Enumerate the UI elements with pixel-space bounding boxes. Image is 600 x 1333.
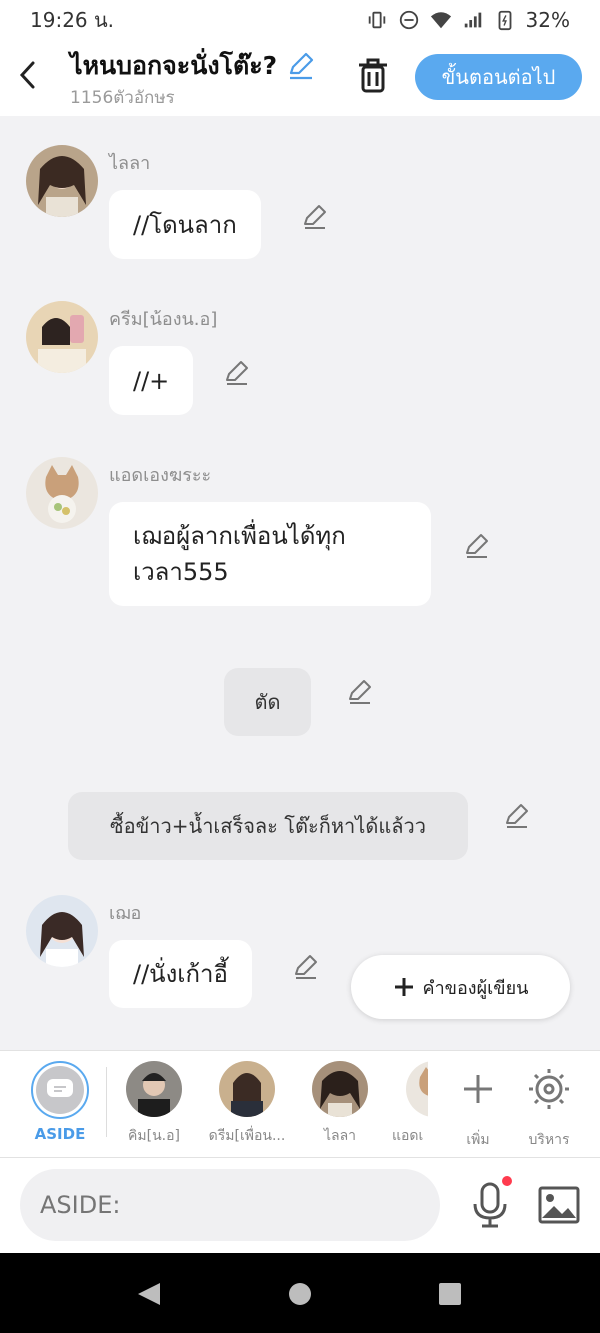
do-not-disturb-icon bbox=[399, 10, 418, 30]
header: ไหนบอกจะนั่งโต๊ะ? 1156ตัวอักษร ขั้นตอนต่… bbox=[0, 40, 600, 116]
avatar bbox=[406, 1061, 428, 1117]
character-chip[interactable]: แอดเ bbox=[392, 1061, 428, 1147]
character-name: ไลลา bbox=[109, 153, 151, 174]
aside-selector[interactable]: ASIDE bbox=[20, 1061, 100, 1143]
plus-icon bbox=[464, 1075, 492, 1103]
character-name: ดรีม[เพื่อน... bbox=[208, 1128, 286, 1144]
vibrate-icon bbox=[368, 11, 385, 29]
aside-label: ASIDE bbox=[34, 1125, 86, 1143]
character-chip[interactable]: ไลลา bbox=[300, 1061, 380, 1147]
pencil-icon[interactable] bbox=[301, 202, 329, 230]
narration-bubble[interactable]: ตัด bbox=[224, 668, 311, 736]
status-bar: 19:26 น. 32% bbox=[0, 0, 600, 40]
input-bar bbox=[0, 1158, 600, 1253]
character-name: แอดเองฆระะ bbox=[109, 465, 212, 486]
image-icon[interactable] bbox=[538, 1186, 580, 1224]
next-step-button[interactable]: ขั้นตอนต่อไป bbox=[415, 54, 582, 100]
wifi-icon bbox=[430, 12, 451, 29]
pencil-icon[interactable] bbox=[463, 531, 491, 559]
character-chip[interactable]: ดรีม[เพื่อน... bbox=[207, 1061, 287, 1147]
avatar[interactable] bbox=[26, 145, 98, 217]
author-words-button[interactable]: คำของผู้เขียน bbox=[351, 955, 570, 1019]
character-name: ครีม[น้องน.อ] bbox=[109, 309, 218, 330]
message-bubble[interactable]: //โดนลาก bbox=[109, 190, 261, 259]
nav-back-icon[interactable] bbox=[136, 1281, 162, 1307]
status-time: 19:26 น. bbox=[30, 8, 115, 32]
nav-recents-icon[interactable] bbox=[438, 1282, 462, 1306]
chat-bubble-icon bbox=[47, 1079, 73, 1097]
message-bubble[interactable]: เฌอผู้ลากเพื่อนได้ทุกเวลา555 bbox=[109, 502, 431, 606]
pencil-icon[interactable] bbox=[503, 801, 531, 829]
character-name: แอดเ bbox=[392, 1128, 424, 1144]
battery-percent: 32% bbox=[525, 8, 570, 32]
avatar bbox=[312, 1061, 368, 1117]
avatar bbox=[219, 1061, 275, 1117]
back-arrow-icon[interactable] bbox=[16, 58, 40, 92]
avatar[interactable] bbox=[26, 895, 98, 967]
character-count: 1156ตัวอักษร bbox=[70, 88, 175, 108]
character-chip[interactable]: คิม[น.อ] bbox=[114, 1061, 194, 1147]
manage-label: บริหาร bbox=[528, 1132, 570, 1148]
status-icons: 32% bbox=[366, 8, 570, 32]
narration-bubble[interactable]: ซื้อข้าว+น้ำเสร็จละ โต๊ะก็หาได้แล้วว bbox=[68, 792, 468, 860]
avatar bbox=[126, 1061, 182, 1117]
character-name: คิม[น.อ] bbox=[128, 1128, 180, 1144]
gear-icon bbox=[529, 1069, 569, 1109]
character-name: ไลลา bbox=[323, 1128, 357, 1144]
author-words-label: คำของผู้เขียน bbox=[422, 977, 529, 999]
add-character-button[interactable]: เพิ่ม bbox=[438, 1061, 518, 1151]
pencil-icon[interactable] bbox=[286, 50, 316, 80]
trash-icon[interactable] bbox=[356, 56, 390, 94]
signal-icon bbox=[464, 12, 481, 28]
message-bubble[interactable]: //นั่งเก้าอี้ bbox=[109, 940, 252, 1008]
plus-icon bbox=[394, 978, 413, 996]
pencil-icon[interactable] bbox=[346, 677, 374, 705]
character-name: เฌอ bbox=[109, 903, 142, 924]
pencil-icon[interactable] bbox=[223, 358, 251, 386]
add-label: เพิ่ม bbox=[466, 1132, 490, 1148]
notification-dot bbox=[502, 1176, 512, 1186]
system-nav-bar bbox=[0, 1253, 600, 1333]
nav-home-icon[interactable] bbox=[288, 1282, 312, 1306]
pencil-icon[interactable] bbox=[292, 952, 320, 980]
divider bbox=[106, 1067, 107, 1137]
avatar[interactable] bbox=[26, 301, 98, 373]
character-bar: ASIDE คิม[น.อ] ดรีม[เพื่อน... ไลลา แอดเ … bbox=[0, 1050, 600, 1158]
microphone-icon[interactable] bbox=[470, 1182, 510, 1228]
battery-icon bbox=[498, 10, 511, 31]
message-bubble[interactable]: //+ bbox=[109, 346, 194, 415]
avatar[interactable] bbox=[26, 457, 98, 529]
manage-button[interactable]: บริหาร bbox=[509, 1061, 589, 1151]
chat-area: ไลลา //โดนลาก ครีม[น้องน.อ] //+ แอดเองฆร… bbox=[0, 116, 600, 1050]
page-title: ไหนบอกจะนั่งโต๊ะ? bbox=[70, 51, 278, 80]
message-input[interactable] bbox=[20, 1169, 440, 1241]
